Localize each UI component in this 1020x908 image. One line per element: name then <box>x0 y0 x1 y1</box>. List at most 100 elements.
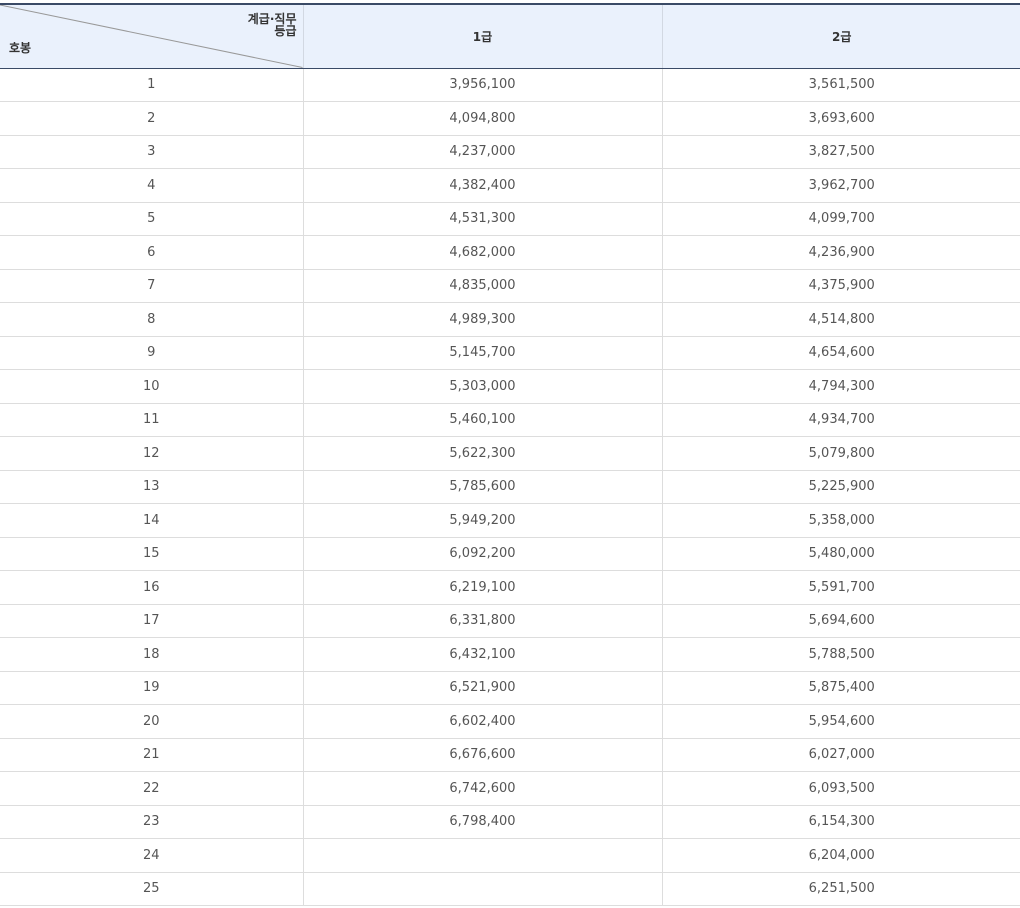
step-cell: 23 <box>0 805 304 839</box>
grade1-cell: 6,331,800 <box>303 604 663 638</box>
grade2-cell: 5,079,800 <box>662 436 1020 471</box>
grade1-cell: 6,432,100 <box>303 637 663 672</box>
step-cell: 9 <box>0 336 304 370</box>
grade1-cell: 4,237,000 <box>303 135 663 169</box>
step-cell: 19 <box>0 671 304 705</box>
salary-table: 계급·직무 등급 호봉 1급 2급 1 3,956,100 3,561,500 2 4,… <box>0 3 1020 906</box>
header-grade-1: 1급 <box>303 3 663 69</box>
step-cell: 4 <box>0 168 304 203</box>
grade1-cell: 4,835,000 <box>303 269 663 303</box>
grade1-cell: 6,602,400 <box>303 704 663 739</box>
step-cell: 20 <box>0 704 304 739</box>
table-body: 1 3,956,100 3,561,500 2 4,094,800 3,693,600 3 4… <box>0 68 1020 906</box>
grade2-cell: 3,561,500 <box>662 68 1020 102</box>
header-corner-cell: 계급·직무 등급 호봉 <box>0 3 304 69</box>
grade1-cell: 4,989,300 <box>303 302 663 337</box>
step-cell: 18 <box>0 637 304 672</box>
grade1-cell: 6,092,200 <box>303 537 663 571</box>
table-row: 9 5,145,700 4,654,600 <box>0 336 1020 370</box>
step-cell: 1 <box>0 68 304 102</box>
grade2-cell: 6,027,000 <box>662 738 1020 772</box>
grade2-cell: 4,934,700 <box>662 403 1020 437</box>
grade1-cell: 6,521,900 <box>303 671 663 705</box>
grade1-cell: 5,303,000 <box>303 369 663 404</box>
header-corner-top: 계급·직무 등급 <box>248 13 297 37</box>
table-row: 14 5,949,200 5,358,000 <box>0 503 1020 538</box>
header-grade-2: 2급 <box>662 3 1020 69</box>
grade2-cell: 5,788,500 <box>662 637 1020 672</box>
table-row: 4 4,382,400 3,962,700 <box>0 168 1020 203</box>
grade2-cell: 5,875,400 <box>662 671 1020 705</box>
table-row: 6 4,682,000 4,236,900 <box>0 235 1020 270</box>
step-cell: 10 <box>0 369 304 404</box>
step-cell: 16 <box>0 570 304 605</box>
step-cell: 12 <box>0 436 304 471</box>
table-row: 10 5,303,000 4,794,300 <box>0 369 1020 404</box>
table-row: 20 6,602,400 5,954,600 <box>0 704 1020 739</box>
header-corner-bottom: 호봉 <box>9 40 32 55</box>
table-row: 22 6,742,600 6,093,500 <box>0 771 1020 806</box>
table-row: 21 6,676,600 6,027,000 <box>0 738 1020 772</box>
grade1-cell: 6,676,600 <box>303 738 663 772</box>
grade1-cell: 4,382,400 <box>303 168 663 203</box>
table-row: 12 5,622,300 5,079,800 <box>0 436 1020 471</box>
grade2-cell: 4,236,900 <box>662 235 1020 270</box>
step-cell: 2 <box>0 101 304 136</box>
table-row: 17 6,331,800 5,694,600 <box>0 604 1020 638</box>
grade2-cell: 3,693,600 <box>662 101 1020 136</box>
step-cell: 8 <box>0 302 304 337</box>
grade1-cell: 4,531,300 <box>303 202 663 236</box>
table-row: 19 6,521,900 5,875,400 <box>0 671 1020 705</box>
grade2-cell: 6,204,000 <box>662 838 1020 873</box>
step-cell: 7 <box>0 269 304 303</box>
grade1-cell: 5,145,700 <box>303 336 663 370</box>
grade2-cell: 5,954,600 <box>662 704 1020 739</box>
table-row: 5 4,531,300 4,099,700 <box>0 202 1020 236</box>
grade2-cell: 6,093,500 <box>662 771 1020 806</box>
grade1-cell: 6,219,100 <box>303 570 663 605</box>
grade1-cell: 3,956,100 <box>303 68 663 102</box>
grade1-cell: 4,682,000 <box>303 235 663 270</box>
step-cell: 22 <box>0 771 304 806</box>
grade1-cell: 6,798,400 <box>303 805 663 839</box>
grade2-cell: 6,251,500 <box>662 872 1020 906</box>
grade1-cell: 5,785,600 <box>303 470 663 504</box>
grade1-cell: 5,949,200 <box>303 503 663 538</box>
step-cell: 15 <box>0 537 304 571</box>
step-cell: 13 <box>0 470 304 504</box>
step-cell: 21 <box>0 738 304 772</box>
grade2-cell: 5,358,000 <box>662 503 1020 538</box>
step-cell: 14 <box>0 503 304 538</box>
grade1-cell: 6,742,600 <box>303 771 663 806</box>
table-row: 25 6,251,500 <box>0 872 1020 906</box>
grade2-cell: 3,962,700 <box>662 168 1020 203</box>
step-cell: 6 <box>0 235 304 270</box>
grade1-cell: 5,622,300 <box>303 436 663 471</box>
table-row: 15 6,092,200 5,480,000 <box>0 537 1020 571</box>
grade2-cell: 6,154,300 <box>662 805 1020 839</box>
grade1-cell: 5,460,100 <box>303 403 663 437</box>
table-row: 13 5,785,600 5,225,900 <box>0 470 1020 504</box>
grade1-cell <box>303 872 663 906</box>
grade2-cell: 4,099,700 <box>662 202 1020 236</box>
table-row: 7 4,835,000 4,375,900 <box>0 269 1020 303</box>
grade2-cell: 5,591,700 <box>662 570 1020 605</box>
header-row: 계급·직무 등급 호봉 1급 2급 <box>0 3 1020 69</box>
grade2-cell: 4,375,900 <box>662 269 1020 303</box>
step-cell: 24 <box>0 838 304 873</box>
table-row: 24 6,204,000 <box>0 838 1020 873</box>
table-row: 11 5,460,100 4,934,700 <box>0 403 1020 437</box>
table-row: 3 4,237,000 3,827,500 <box>0 135 1020 169</box>
step-cell: 11 <box>0 403 304 437</box>
step-cell: 17 <box>0 604 304 638</box>
grade2-cell: 4,654,600 <box>662 336 1020 370</box>
grade2-cell: 4,794,300 <box>662 369 1020 404</box>
grade2-cell: 3,827,500 <box>662 135 1020 169</box>
table-row: 16 6,219,100 5,591,700 <box>0 570 1020 605</box>
grade2-cell: 5,225,900 <box>662 470 1020 504</box>
grade2-cell: 4,514,800 <box>662 302 1020 337</box>
grade1-cell <box>303 838 663 873</box>
table-row: 18 6,432,100 5,788,500 <box>0 637 1020 672</box>
step-cell: 5 <box>0 202 304 236</box>
table-row: 2 4,094,800 3,693,600 <box>0 101 1020 136</box>
